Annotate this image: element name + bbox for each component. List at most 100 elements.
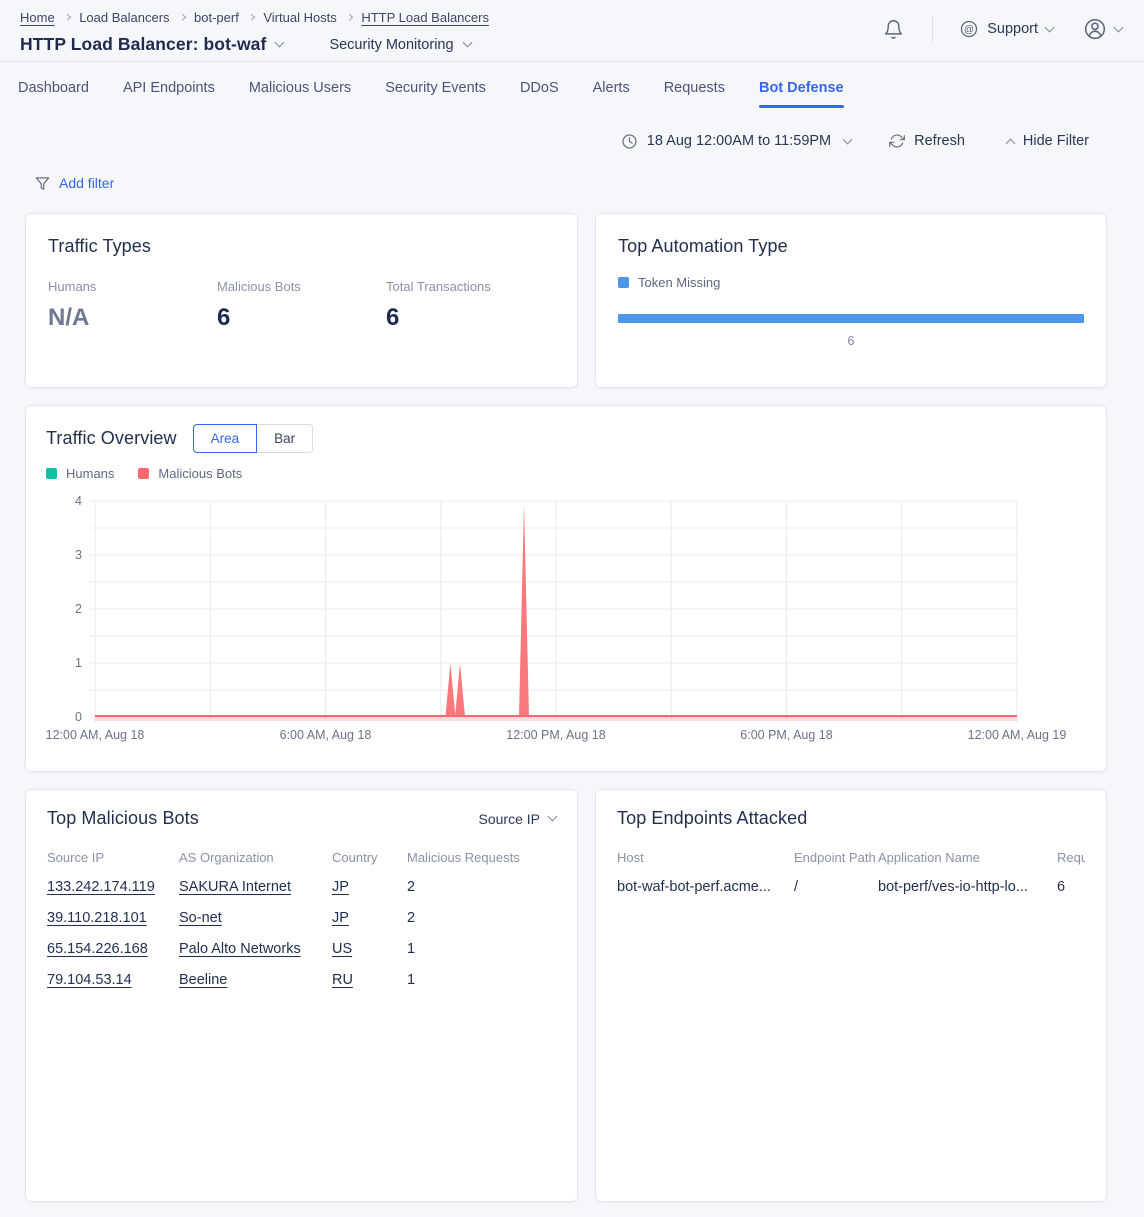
malicious-bots-table: Source IP AS Organization Country Malici… bbox=[47, 850, 556, 995]
tab-ddos[interactable]: DDoS bbox=[520, 70, 559, 108]
table-header-row: Source IP AS Organization Country Malici… bbox=[47, 850, 556, 871]
automation-bar[interactable] bbox=[618, 314, 1084, 323]
table-header-row: Host Endpoint Path Application Name Requ… bbox=[617, 850, 1085, 871]
malicious-requests-value: 2 bbox=[407, 879, 415, 895]
metric-humans: Humans N/A bbox=[48, 279, 217, 332]
toggle-bar-button[interactable]: Bar bbox=[256, 424, 313, 453]
metric-total-transactions-value: 6 bbox=[386, 304, 555, 332]
tab-api-endpoints[interactable]: API Endpoints bbox=[123, 70, 215, 108]
top-automation-type-title: Top Automation Type bbox=[618, 236, 1084, 257]
col-host: Host bbox=[617, 850, 794, 871]
chevron-down-icon[interactable] bbox=[275, 38, 285, 48]
hide-filter-toggle[interactable]: Hide Filter bbox=[1003, 133, 1089, 149]
chevron-up-icon bbox=[1005, 138, 1015, 148]
date-range-picker[interactable]: 18 Aug 12:00AM to 11:59PM bbox=[621, 133, 851, 150]
malicious-requests-value: 1 bbox=[407, 972, 415, 988]
svg-text:1: 1 bbox=[75, 656, 82, 670]
legend-label-token-missing: Token Missing bbox=[638, 275, 720, 290]
tab-requests[interactable]: Requests bbox=[664, 70, 725, 108]
breadcrumb-home[interactable]: Home bbox=[20, 10, 55, 25]
traffic-overview-card: Traffic Overview Area Bar Humans Malicio… bbox=[25, 405, 1107, 772]
legend-item-token-missing: Token Missing bbox=[618, 275, 720, 290]
country-link[interactable]: US bbox=[332, 941, 352, 957]
country-link[interactable]: JP bbox=[332, 910, 349, 926]
metric-malicious-bots-label: Malicious Bots bbox=[217, 279, 386, 294]
breadcrumb-load-balancers[interactable]: Load Balancers bbox=[79, 10, 169, 25]
svg-text:12:00 AM, Aug 18: 12:00 AM, Aug 18 bbox=[46, 728, 144, 742]
as-org-link[interactable]: Beeline bbox=[179, 972, 227, 988]
chevron-right-icon bbox=[179, 14, 185, 20]
traffic-types-metrics: Humans N/A Malicious Bots 6 Total Transa… bbox=[48, 279, 555, 332]
metric-humans-label: Humans bbox=[48, 279, 217, 294]
svg-text:6:00 AM, Aug 18: 6:00 AM, Aug 18 bbox=[280, 728, 372, 742]
table-row: 65.154.226.168 Palo Alto Networks US 1 bbox=[47, 933, 556, 964]
support-menu[interactable]: @ Support bbox=[959, 19, 1053, 39]
source-ip-link[interactable]: 133.242.174.119 bbox=[47, 879, 155, 895]
breadcrumb-virtual-hosts[interactable]: Virtual Hosts bbox=[263, 10, 336, 25]
tab-alerts[interactable]: Alerts bbox=[593, 70, 630, 108]
tab-bot-defense[interactable]: Bot Defense bbox=[759, 70, 844, 108]
malicious-requests-value: 2 bbox=[407, 910, 415, 926]
country-link[interactable]: JP bbox=[332, 879, 349, 895]
top-automation-type-card: Top Automation Type Token Missing 6 bbox=[595, 213, 1107, 388]
top-malicious-bots-card: Top Malicious Bots Source IP Source IP A… bbox=[25, 789, 578, 1202]
svg-text:3: 3 bbox=[75, 548, 82, 562]
tab-dashboard[interactable]: Dashboard bbox=[18, 70, 89, 108]
svg-text:2: 2 bbox=[75, 602, 82, 616]
support-at-icon: @ bbox=[959, 19, 979, 39]
traffic-types-card: Traffic Types Humans N/A Malicious Bots … bbox=[25, 213, 578, 388]
endpoint-path-value: / bbox=[794, 879, 798, 895]
svg-text:12:00 PM, Aug 18: 12:00 PM, Aug 18 bbox=[506, 728, 605, 742]
metric-total-transactions-label: Total Transactions bbox=[386, 279, 555, 294]
group-by-value: Source IP bbox=[479, 811, 540, 827]
metric-total-transactions: Total Transactions 6 bbox=[386, 279, 555, 332]
automation-legend: Token Missing bbox=[618, 275, 1084, 290]
monitoring-view-select[interactable]: Security Monitoring bbox=[329, 37, 470, 53]
chevron-down-icon bbox=[1114, 22, 1124, 32]
table-row: 133.242.174.119 SAKURA Internet JP 2 bbox=[47, 871, 556, 902]
add-filter-button[interactable]: Add filter bbox=[0, 170, 1144, 196]
tab-malicious-users[interactable]: Malicious Users bbox=[249, 70, 351, 108]
add-filter-label: Add filter bbox=[59, 175, 114, 191]
tab-security-events[interactable]: Security Events bbox=[385, 70, 486, 108]
date-range-label: 18 Aug 12:00AM to 11:59PM bbox=[647, 133, 831, 149]
col-as-organization: AS Organization bbox=[179, 850, 332, 871]
legend-item-humans: Humans bbox=[46, 466, 114, 481]
source-ip-link[interactable]: 39.110.218.101 bbox=[47, 910, 147, 926]
traffic-overview-chart[interactable]: 0123412:00 AM, Aug 186:00 AM, Aug 1812:0… bbox=[46, 493, 1088, 747]
col-requests: Requests bbox=[1057, 850, 1085, 871]
tab-bot-defense-label: Bot Defense bbox=[759, 80, 844, 96]
svg-text:6:00 PM, Aug 18: 6:00 PM, Aug 18 bbox=[740, 728, 832, 742]
as-org-link[interactable]: Palo Alto Networks bbox=[179, 941, 301, 957]
group-by-select[interactable]: Source IP bbox=[479, 811, 556, 827]
account-menu[interactable] bbox=[1083, 17, 1122, 41]
table-row: 39.110.218.101 So-net JP 2 bbox=[47, 902, 556, 933]
svg-text:@: @ bbox=[964, 24, 974, 35]
breadcrumb-namespace[interactable]: bot-perf bbox=[194, 10, 239, 25]
clock-icon bbox=[621, 133, 638, 150]
metric-malicious-bots: Malicious Bots 6 bbox=[217, 279, 386, 332]
tabbar: Dashboard API Endpoints Malicious Users … bbox=[0, 62, 1144, 108]
country-link[interactable]: RU bbox=[332, 972, 353, 988]
as-org-link[interactable]: SAKURA Internet bbox=[179, 879, 291, 895]
col-country: Country bbox=[332, 850, 407, 871]
page-title: HTTP Load Balancer: bot-waf bbox=[20, 34, 266, 55]
header-divider bbox=[932, 16, 933, 42]
bell-icon[interactable] bbox=[883, 19, 904, 40]
breadcrumb-http-load-balancers[interactable]: HTTP Load Balancers bbox=[361, 10, 489, 25]
source-ip-link[interactable]: 79.104.53.14 bbox=[47, 972, 132, 988]
host-value: bot-waf-bot-perf.acme... bbox=[617, 879, 771, 895]
source-ip-link[interactable]: 65.154.226.168 bbox=[47, 941, 148, 957]
metric-malicious-bots-value: 6 bbox=[217, 304, 386, 332]
refresh-button[interactable]: Refresh bbox=[889, 133, 965, 149]
legend-swatch-token-missing bbox=[618, 277, 629, 288]
as-org-link[interactable]: So-net bbox=[179, 910, 222, 926]
app-header: Home Load Balancers bot-perf Virtual Hos… bbox=[0, 0, 1144, 62]
hide-filter-label: Hide Filter bbox=[1023, 133, 1089, 149]
traffic-overview-head: Traffic Overview Area Bar bbox=[46, 424, 1086, 453]
legend-label-malicious-bots: Malicious Bots bbox=[158, 466, 242, 481]
toggle-area-button[interactable]: Area bbox=[193, 424, 258, 453]
table-row: 79.104.53.14 Beeline RU 1 bbox=[47, 964, 556, 995]
col-source-ip: Source IP bbox=[47, 850, 179, 871]
requests-value: 6 bbox=[1057, 879, 1065, 895]
